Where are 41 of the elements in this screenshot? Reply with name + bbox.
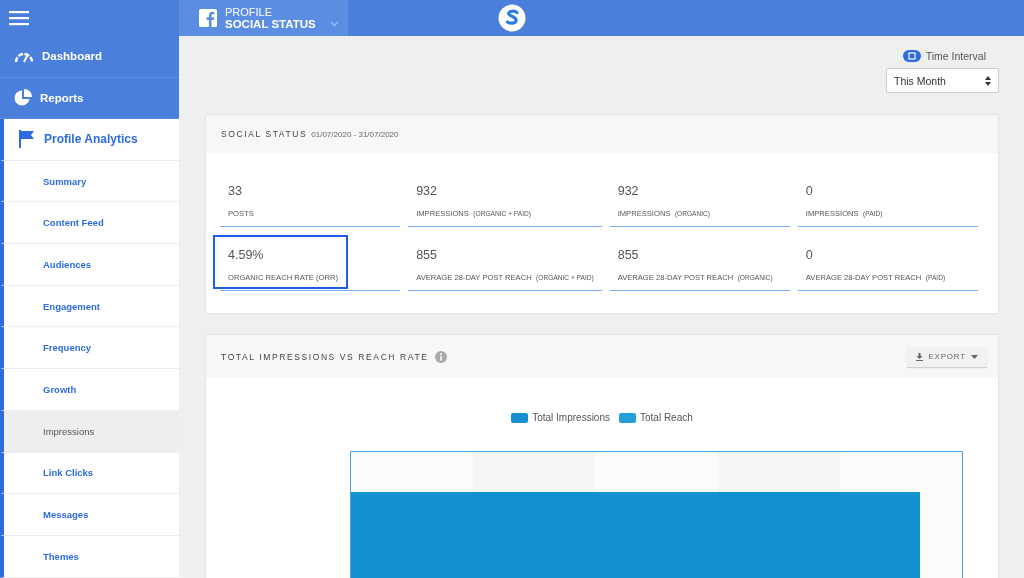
logo-icon (498, 4, 526, 32)
sidebar-item[interactable]: Frequency (0, 327, 179, 370)
stat-value: 4.59% (228, 248, 264, 262)
facebook-icon (199, 9, 217, 27)
sidebar-item[interactable]: Audiences (0, 244, 179, 286)
sidebar-item[interactable]: Messages (0, 494, 179, 536)
stat-value: 0 (805, 248, 813, 262)
sidebar-item[interactable]: Profile Analytics (0, 119, 179, 161)
sidebar-item[interactable]: Growth (0, 369, 179, 411)
sort-arrows-icon (985, 75, 991, 86)
download-icon (916, 352, 924, 361)
sidebar-item[interactable]: Content Feed (0, 202, 179, 245)
sidebar-item[interactable]: Themes (0, 535, 179, 578)
stat-value: 855 (617, 248, 639, 262)
date-range: 01/07/2020 - 31/07/2020 (311, 129, 399, 139)
sidebar-item[interactable]: Engagement (0, 285, 179, 328)
stat-value: 0 (805, 184, 813, 198)
sidebar-item[interactable]: Dashboard (0, 36, 179, 78)
stat-value: 855 (416, 248, 437, 262)
caret-icon (971, 354, 978, 359)
stat-value: 932 (416, 184, 437, 198)
pie-chart-icon (14, 88, 32, 107)
info-icon (434, 350, 447, 363)
menu-icon[interactable] (9, 10, 29, 26)
calendar-icon (902, 50, 921, 62)
flag-icon (18, 130, 36, 149)
profile-selector[interactable]: PROFILE SOCIAL STATUS (179, 0, 348, 36)
sidebar-item[interactable]: Impressions (0, 410, 179, 453)
export-button[interactable]: EXPORT (907, 346, 987, 367)
legend-label[interactable]: Total Impressions (532, 412, 610, 423)
stat-value: 33 (228, 184, 242, 198)
stat-value: 932 (617, 184, 639, 198)
sidebar-item[interactable]: Link Clicks (0, 452, 179, 495)
legend-label[interactable]: Total Reach (640, 412, 693, 423)
card-title: TOTAL IMPRESSIONS VS REACH RATE (221, 351, 429, 362)
time-interval-label: Time Interval (925, 50, 986, 62)
chevron-down-icon (329, 21, 339, 27)
sidebar-item[interactable]: Summary (0, 160, 179, 203)
card-title: SOCIAL STATUS (221, 129, 308, 139)
time-interval-select[interactable]: This Month (886, 68, 999, 93)
sidebar-item[interactable]: Reports (0, 77, 179, 119)
